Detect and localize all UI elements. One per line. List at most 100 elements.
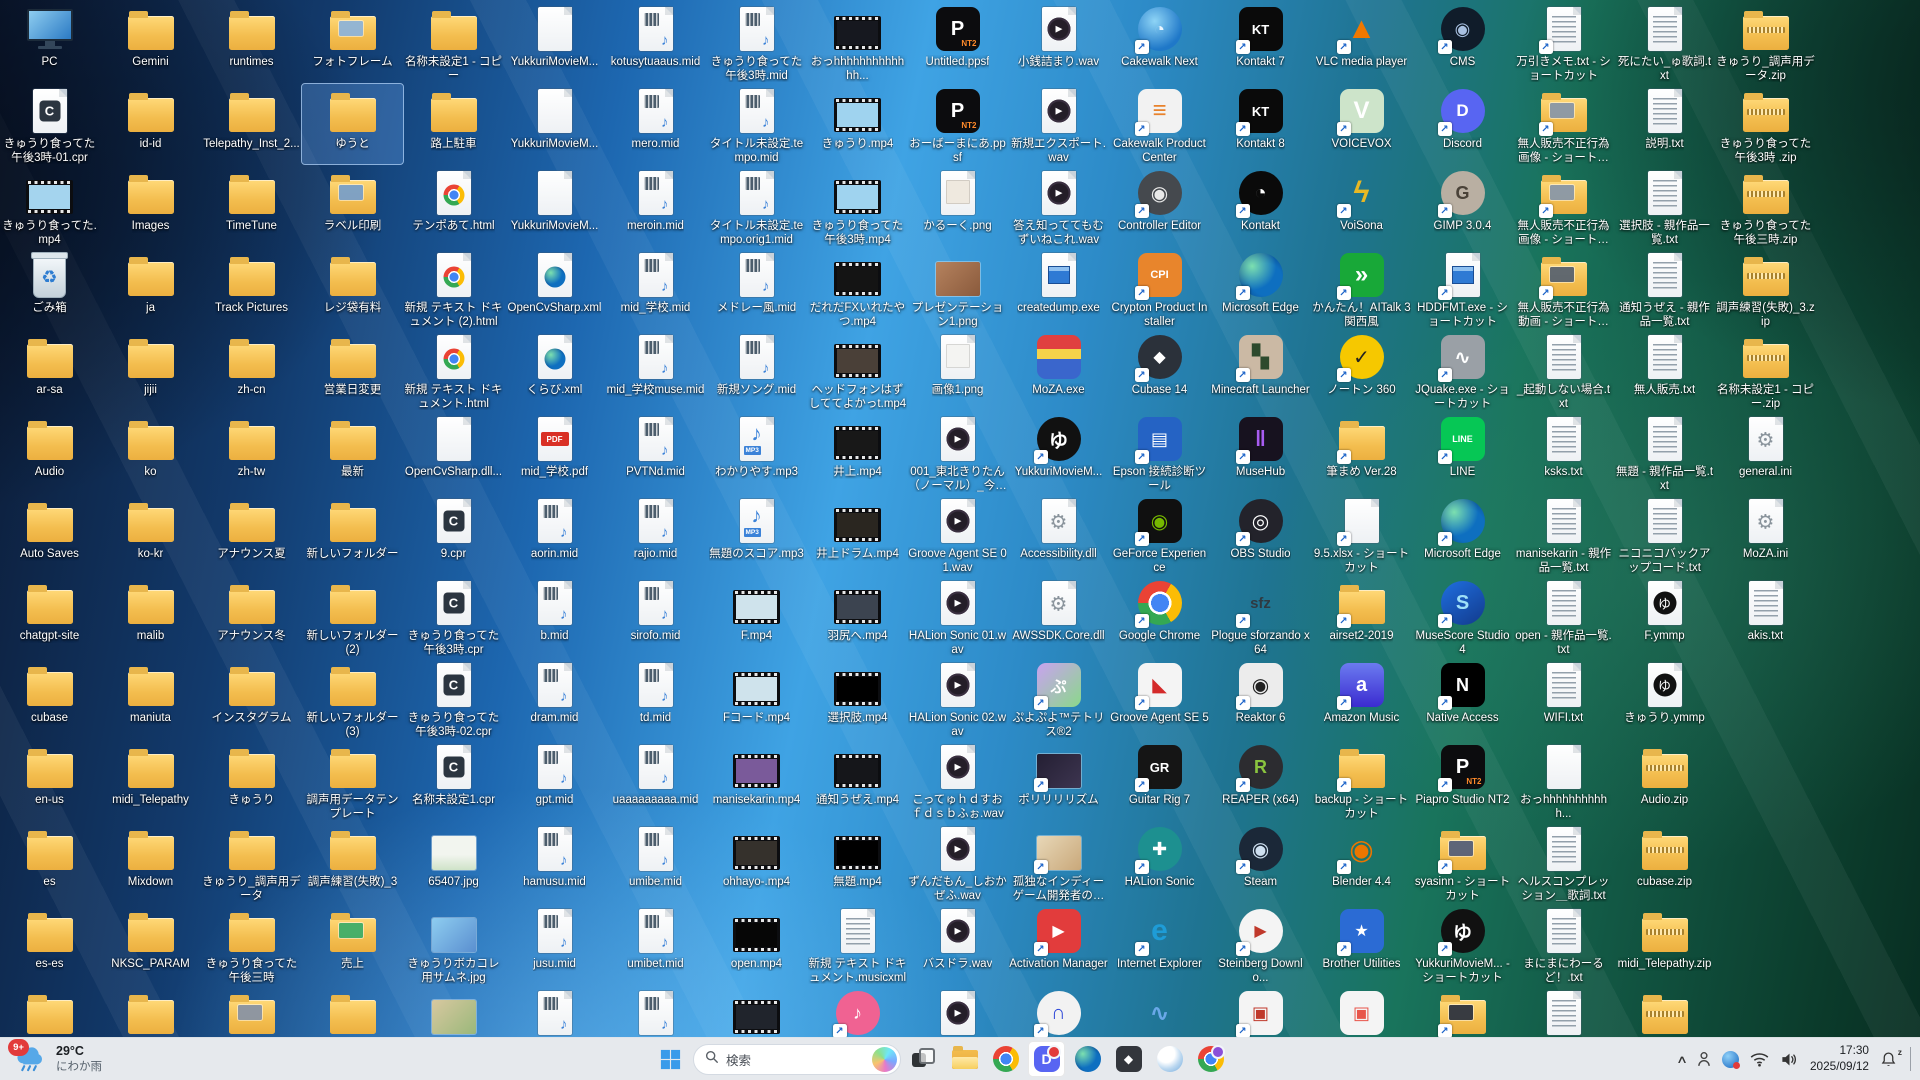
desktop-icon[interactable]: ▤ ↗ Epson 接続診断ツール bbox=[1109, 412, 1210, 492]
desktop-icon[interactable]: ▣ ↗ bbox=[1210, 986, 1311, 1038]
desktop-icon[interactable]: midi_Telepathy.zip bbox=[1614, 904, 1715, 984]
desktop-icon[interactable]: ⚙ Accessibility.dll bbox=[1008, 494, 1109, 574]
desktop-icon[interactable]: ▚ ↗ Minecraft Launcher bbox=[1210, 330, 1311, 410]
desktop-icon[interactable]: YukkuriMovieM... bbox=[504, 166, 605, 246]
desktop-icon[interactable]: 売上 bbox=[302, 904, 403, 984]
desktop-icon[interactable]: V ↗ VOICEVOX bbox=[1311, 84, 1412, 164]
desktop-icon[interactable]: 路上駐車 bbox=[403, 84, 504, 164]
desktop-icon[interactable]: ↗ Microsoft Edge bbox=[1210, 248, 1311, 328]
desktop-icon[interactable]: ♪ ↗ bbox=[807, 986, 908, 1038]
desktop-icon[interactable]: ↗ 万引きメモ.txt - ショートカット bbox=[1513, 2, 1614, 82]
desktop-icon[interactable]: » ↗ かんたん！AITalk 3 関西風 bbox=[1311, 248, 1412, 328]
desktop-icon[interactable]: ♪ bbox=[504, 986, 605, 1038]
desktop-icon[interactable]: Audio bbox=[0, 412, 100, 492]
tray-app-sphere-icon[interactable] bbox=[1721, 1050, 1740, 1069]
desktop-icon[interactable]: ゆ ↗ YukkuriMovieM... bbox=[1008, 412, 1109, 492]
desktop-icon[interactable]: ヘルスコンプレッション＿歌詞.txt bbox=[1513, 822, 1614, 902]
desktop-icon[interactable]: 羽尻へ.mp4 bbox=[807, 576, 908, 656]
desktop-icon[interactable]: ◉ ↗ Controller Editor bbox=[1109, 166, 1210, 246]
desktop-icon[interactable]: zh-cn bbox=[201, 330, 302, 410]
desktop-icon[interactable]: ↗ 無人販売不正行為画像 - ショートカッ... bbox=[1513, 84, 1614, 164]
desktop-icon[interactable]: id-id bbox=[100, 84, 201, 164]
desktop-icon[interactable]: ▶ Groove Agent SE 01.wav bbox=[907, 494, 1008, 574]
desktop-icon[interactable]: F.mp4 bbox=[706, 576, 807, 656]
desktop-icon[interactable]: ⚙ AWSSDK.Core.dll bbox=[1008, 576, 1109, 656]
desktop-icon[interactable]: ◔ ↗ Kontakt bbox=[1210, 166, 1311, 246]
desktop-icon[interactable]: ニコニコバックアップコード.txt bbox=[1614, 494, 1715, 574]
desktop-icon[interactable]: 通知うぜえ - 親作品一覧.txt bbox=[1614, 248, 1715, 328]
desktop-icon[interactable]: open.mp4 bbox=[706, 904, 807, 984]
desktop-icon[interactable]: アナウンス夏 bbox=[201, 494, 302, 574]
desktop-icon[interactable]: ‖ ↗ MuseHub bbox=[1210, 412, 1311, 492]
search-box[interactable]: 検索 bbox=[693, 1043, 901, 1075]
desktop-icon[interactable]: ♪ meroin.mid bbox=[605, 166, 706, 246]
desktop-icon[interactable]: jijii bbox=[100, 330, 201, 410]
desktop-icon[interactable]: ▶ 新規エクスポート.wav bbox=[1008, 84, 1109, 164]
desktop-icon[interactable]: Mixdown bbox=[100, 822, 201, 902]
desktop-icon[interactable]: インスタグラム bbox=[201, 658, 302, 738]
desktop-icon[interactable]: きゅうり食ってた.mp4 bbox=[0, 166, 100, 246]
tray-overflow-chevron-icon[interactable]: ∧ bbox=[1676, 1053, 1688, 1066]
desktop-icon[interactable]: ♪ メドレー風.mid bbox=[706, 248, 807, 328]
desktop-icon[interactable]: きゅうりボカコレ用サムネ.jpg bbox=[403, 904, 504, 984]
desktop-icon[interactable]: P NT2 おーばーまにあ.ppsf bbox=[907, 84, 1008, 164]
desktop-icon[interactable]: 新しいフォルダー bbox=[302, 494, 403, 574]
desktop-icon[interactable]: cubase.zip bbox=[1614, 822, 1715, 902]
desktop-icon[interactable]: ♪ hamusu.mid bbox=[504, 822, 605, 902]
desktop-icon[interactable]: MoZA.exe bbox=[1008, 330, 1109, 410]
desktop-icon[interactable]: es bbox=[0, 822, 100, 902]
desktop-icon[interactable]: WIFI.txt bbox=[1513, 658, 1614, 738]
desktop-icon[interactable]: ♪ MP3 わかりやす.mp3 bbox=[706, 412, 807, 492]
desktop-icon[interactable]: ◉ ↗ GeForce Experience bbox=[1109, 494, 1210, 574]
desktop-icon[interactable]: ▶ bbox=[907, 986, 1008, 1038]
desktop-icon[interactable]: ゆ F.ymmp bbox=[1614, 576, 1715, 656]
taskbar-app-media-sphere[interactable] bbox=[1151, 1041, 1188, 1077]
desktop-icon[interactable]: C きゅうり食ってた午後3時-01.cpr bbox=[0, 84, 100, 164]
desktop-icon[interactable]: きゅうり bbox=[201, 740, 302, 820]
desktop-icon[interactable]: おっhhhhhhhhhhhhh... bbox=[807, 2, 908, 82]
desktop-icon[interactable]: ヘッドフォンはずしててよかっt.mp4 bbox=[807, 330, 908, 410]
desktop[interactable]: PC Gemini runtimes フォトフレーム 名称未設定1 - コピー Yukku… bbox=[0, 0, 1920, 1038]
tray-person-icon[interactable] bbox=[1697, 1051, 1711, 1067]
desktop-icon[interactable]: ▶ 001_東北きりたん（ノーマル）_今じゃ... bbox=[907, 412, 1008, 492]
desktop-icon[interactable]: ↗ backup - ショートカット bbox=[1311, 740, 1412, 820]
desktop-icon[interactable]: ラベル印刷 bbox=[302, 166, 403, 246]
desktop-icon[interactable] bbox=[706, 986, 807, 1038]
desktop-icon[interactable]: 通知うぜえ.mp4 bbox=[807, 740, 908, 820]
desktop-icon[interactable]: R ↗ REAPER (x64) bbox=[1210, 740, 1311, 820]
desktop-icon[interactable]: ♪ aorin.mid bbox=[504, 494, 605, 574]
desktop-icon[interactable]: ゆきゅうり.ymmp bbox=[1614, 658, 1715, 738]
desktop-icon[interactable]: akis.txt bbox=[1715, 576, 1816, 656]
desktop-icon[interactable]: KT ↗ Kontakt 8 bbox=[1210, 84, 1311, 164]
desktop-icon[interactable]: ▶ HALion Sonic 01.wav bbox=[907, 576, 1008, 656]
desktop-icon[interactable]: ✓ ↗ ノートン 360 bbox=[1311, 330, 1412, 410]
taskbar-app-chrome-profile[interactable] bbox=[1192, 1041, 1229, 1077]
desktop-icon[interactable]: ▶ ↗ Activation Manager bbox=[1008, 904, 1109, 984]
desktop-icon[interactable] bbox=[0, 986, 100, 1038]
desktop-icon[interactable]: P NT2 ↗ Piapro Studio NT2 bbox=[1412, 740, 1513, 820]
desktop-icon[interactable]: 無人販売.txt bbox=[1614, 330, 1715, 410]
desktop-icon[interactable]: ↗ 無人販売不正行為画像 - ショートカット bbox=[1513, 166, 1614, 246]
desktop-icon[interactable]: ↗ 孤独なインディーゲーム開発者の一生 ... bbox=[1008, 822, 1109, 902]
desktop-icon[interactable]: ♪ MP3 無題のスコア.mp3 bbox=[706, 494, 807, 574]
desktop-icon[interactable]: manisekarin - 親作品一覧.txt bbox=[1513, 494, 1614, 574]
desktop-icon[interactable]: ◔ ↗ Cakewalk Next bbox=[1109, 2, 1210, 82]
desktop-icon[interactable]: createdump.exe bbox=[1008, 248, 1109, 328]
desktop-icon[interactable]: Audio.zip bbox=[1614, 740, 1715, 820]
desktop-icon[interactable]: ♪ dram.mid bbox=[504, 658, 605, 738]
desktop-icon[interactable]: TimeTune bbox=[201, 166, 302, 246]
desktop-icon[interactable]: ↗ 9.5.xlsx - ショートカット bbox=[1311, 494, 1412, 574]
desktop-icon[interactable]: CPI ↗ Crypton Product Installer bbox=[1109, 248, 1210, 328]
desktop-icon[interactable]: es-es bbox=[0, 904, 100, 984]
taskbar-app-edge[interactable] bbox=[1069, 1041, 1106, 1077]
desktop-icon[interactable]: 画像1.png bbox=[907, 330, 1008, 410]
desktop-icon[interactable]: maniuta bbox=[100, 658, 201, 738]
desktop-icon[interactable]: ↗ Google Chrome bbox=[1109, 576, 1210, 656]
desktop-icon[interactable]: 調声練習(失敗)_3 bbox=[302, 822, 403, 902]
desktop-icon[interactable]: ◉ ↗ Reaktor 6 bbox=[1210, 658, 1311, 738]
desktop-icon[interactable]: ∩ ↗ bbox=[1008, 986, 1109, 1038]
desktop-icon[interactable]: ◉ ↗ CMS bbox=[1412, 2, 1513, 82]
desktop-icon[interactable]: ↗ 無人販売不正行為動画 - ショートカット bbox=[1513, 248, 1614, 328]
desktop-icon[interactable]: ♪ rajio.mid bbox=[605, 494, 706, 574]
desktop-icon[interactable]: ∿ bbox=[1109, 986, 1210, 1038]
